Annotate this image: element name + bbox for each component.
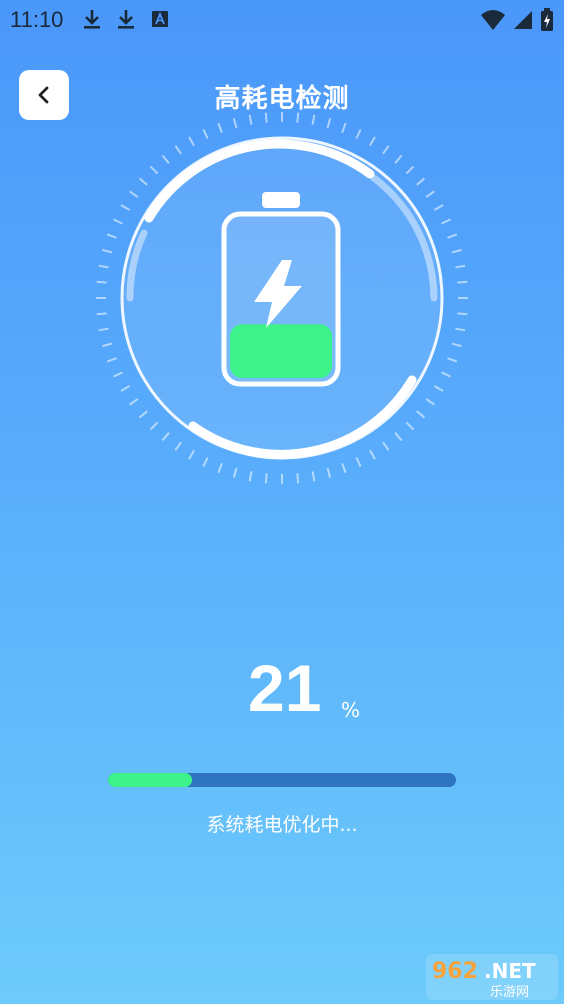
gauge-tick [120, 204, 131, 211]
gauge-tick [113, 218, 123, 225]
gauge-tick [355, 457, 362, 467]
gauge-tick [296, 112, 300, 123]
gauge-tick [202, 457, 209, 467]
battery-charging-icon [540, 8, 554, 32]
svg-text:.NET: .NET [484, 959, 536, 983]
gauge-tick [264, 112, 268, 123]
status-bar: 11:10 [0, 0, 564, 38]
gauge-tick [149, 165, 159, 175]
gauge-tick [98, 264, 109, 269]
status-icons-left [82, 8, 170, 30]
download-icon [82, 8, 102, 30]
gauge-tick [138, 177, 148, 186]
optimize-progress-fill [108, 773, 192, 787]
gauge-tick [129, 190, 139, 198]
gauge-tick [425, 190, 435, 198]
gauge-tick [394, 154, 403, 164]
gauge-tick [232, 118, 238, 129]
percent-unit: % [341, 698, 361, 722]
gauge-tick [457, 312, 468, 316]
gauge-tick [138, 410, 148, 419]
gauge-tick [161, 432, 170, 442]
gauge-tick [106, 357, 117, 363]
gauge-tick [161, 154, 170, 164]
gauge-tick [326, 118, 332, 129]
percent-value: 21 [248, 651, 322, 725]
gauge-tick [455, 264, 466, 269]
gauge-tick [113, 371, 123, 378]
gauge-tick [405, 421, 415, 431]
gauge-tick [457, 280, 468, 284]
svg-text:乐游网: 乐游网 [490, 985, 529, 1000]
gauge-tick [120, 385, 131, 392]
gauge-tick [369, 449, 376, 460]
gauge-tick [447, 357, 458, 363]
font-icon [150, 8, 170, 30]
wifi-icon [480, 9, 506, 31]
gauge-tick [248, 471, 253, 482]
gauge-tick [382, 145, 390, 155]
gauge-tick [416, 410, 426, 419]
gauge-tick [455, 327, 466, 332]
gauge-tick [188, 449, 195, 460]
gauge-tick [217, 122, 223, 133]
gauge-tick [311, 114, 316, 125]
gauge-tick [416, 177, 426, 186]
gauge-tick [232, 467, 238, 478]
gauge-tick [394, 432, 403, 442]
gauge-tick [341, 122, 347, 133]
gauge-tick [433, 204, 444, 211]
gauge-tick [296, 473, 300, 484]
gauge-tick [202, 129, 209, 139]
gauge-tick [355, 129, 362, 139]
gauge-tick [106, 233, 117, 239]
gauge-tick [129, 398, 139, 406]
optimize-status-text: 系统耗电优化中... [206, 814, 358, 836]
gauge-tick [369, 136, 376, 147]
gauge-tick [447, 233, 458, 239]
gauge-tick [174, 145, 182, 155]
gauge-tick [425, 398, 435, 406]
gauge-tick [382, 441, 390, 451]
gauge-tick [441, 218, 451, 225]
gauge-tick [264, 473, 268, 484]
battery-level-fill [230, 324, 332, 378]
cell-signal-icon [512, 9, 534, 31]
gauge-tick [149, 421, 159, 431]
battery-icon [221, 192, 341, 387]
gauge-tick [102, 342, 113, 348]
optimize-progress-bar [108, 773, 456, 787]
gauge-tick [441, 371, 451, 378]
status-time: 11:10 [10, 7, 64, 32]
gauge-tick [405, 165, 415, 175]
gauge-tick [433, 385, 444, 392]
gauge-tick [217, 463, 223, 474]
battery-gauge [96, 112, 468, 484]
gauge-tick [98, 327, 109, 332]
gauge-tick [451, 248, 462, 254]
gauge-tick [174, 441, 182, 451]
status-icons-right [480, 8, 554, 32]
gauge-tick [102, 248, 113, 254]
gauge-tick [188, 136, 195, 147]
watermark-logo: 962 .NET 乐游网 [426, 954, 558, 1000]
gauge-tick [326, 467, 332, 478]
download-icon [116, 8, 136, 30]
gauge-tick [96, 280, 107, 284]
gauge-tick [311, 471, 316, 482]
gauge-tick [96, 312, 107, 316]
battery-percent: 21 % [0, 650, 564, 730]
gauge-tick [341, 463, 347, 474]
gauge-tick [248, 114, 253, 125]
svg-text:962: 962 [432, 959, 478, 984]
gauge-tick [451, 342, 462, 348]
